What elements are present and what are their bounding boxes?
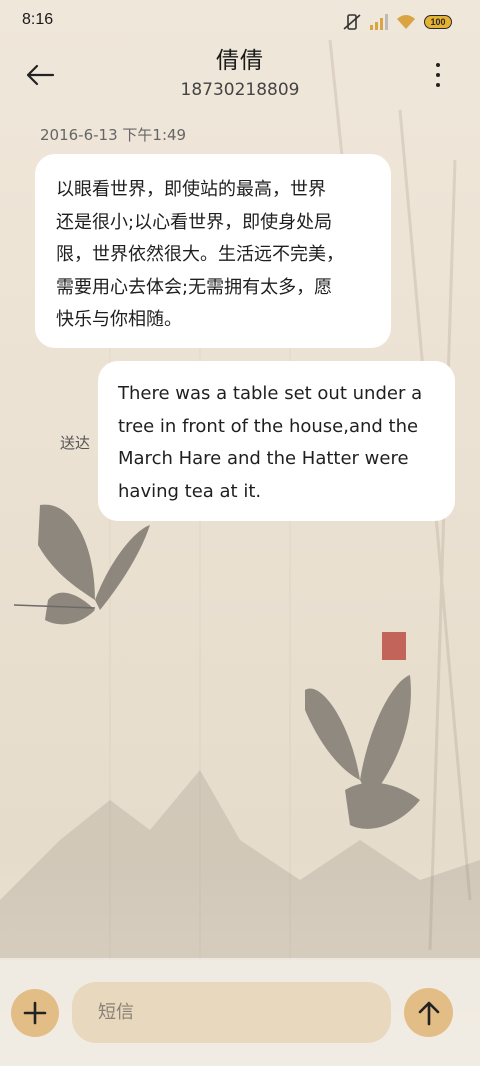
contact-name: 倩倩 — [216, 48, 264, 74]
battery-icon: 100 — [424, 15, 452, 29]
message-line: 需要用心去体会;无需拥有太多，愿 — [56, 276, 333, 298]
more-options-button[interactable] — [428, 58, 448, 92]
mountain-mist — [0, 770, 480, 960]
incoming-message-bubble[interactable]: 以眼看世界，即使站的最高，世界 还是很小;以心看世界，即使身处局 限，世界依然很… — [35, 154, 391, 348]
message-line: There was a table set out under a — [118, 383, 423, 404]
message-line: 快乐与你相随。 — [56, 309, 182, 330]
wifi-icon — [396, 14, 416, 30]
arrow-left-icon — [26, 64, 55, 86]
message-line: March Hare and the Hatter were — [118, 448, 409, 469]
message-input[interactable] — [72, 982, 391, 1043]
delivery-status: 送达 — [60, 434, 91, 452]
plus-icon — [23, 1001, 47, 1025]
outgoing-message-bubble[interactable]: There was a table set out under a tree i… — [98, 361, 455, 521]
vibrate-off-icon — [342, 13, 362, 31]
message-line: having tea at it. — [118, 480, 262, 502]
conversation-header: 倩倩 18730218809 — [0, 44, 480, 104]
back-button[interactable] — [22, 60, 58, 90]
red-seal-stamp — [382, 632, 406, 660]
arrow-up-icon — [418, 1001, 439, 1025]
status-bar: 8:16 100 — [0, 0, 480, 44]
contact-title: 倩倩 18730218809 — [90, 46, 390, 102]
signal-icon — [370, 14, 388, 30]
message-line: tree in front of the house,and the — [118, 415, 419, 437]
message-timestamp: 2016-6-13 下午1:49 — [40, 126, 187, 144]
status-time: 8:16 — [22, 11, 54, 28]
send-button[interactable] — [404, 988, 453, 1037]
add-attachment-button[interactable] — [11, 989, 59, 1037]
more-vertical-icon — [436, 63, 440, 67]
message-line: 限，世界依然很大。生活远不完美， — [56, 244, 344, 265]
butterfly-painting-right — [305, 675, 420, 829]
message-line: 还是很小;以心看世界，即使身处局 — [56, 211, 333, 233]
message-composer — [0, 958, 480, 1066]
contact-number: 18730218809 — [180, 80, 300, 100]
message-line: 以眼看世界，即使站的最高，世界 — [56, 179, 326, 200]
butterfly-painting-left — [13, 504, 150, 625]
status-icons: 100 — [342, 12, 452, 32]
